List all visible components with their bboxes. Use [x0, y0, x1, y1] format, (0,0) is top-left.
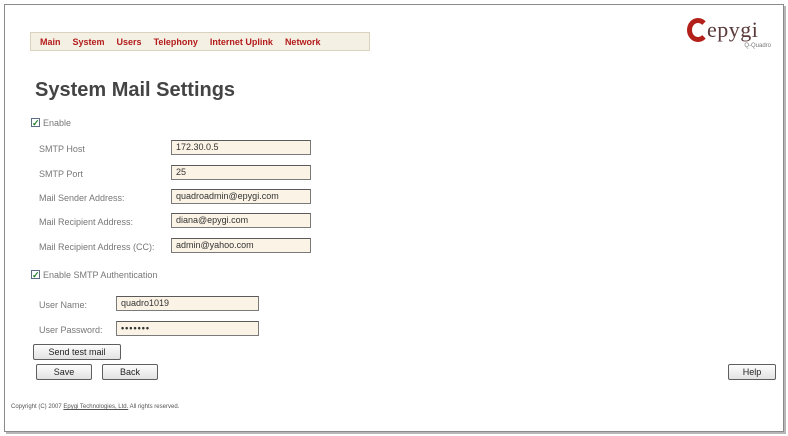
mail-recipient-label: Mail Recipient Address: [39, 217, 134, 227]
mail-recipient-cc-label: Mail Recipient Address (CC): [39, 242, 155, 252]
save-button[interactable]: Save [36, 364, 92, 380]
smtp-port-input[interactable]: 25 [171, 165, 311, 180]
user-name-input[interactable]: quadro1019 [116, 296, 259, 311]
epygi-logo: epygi Q-Quadro [687, 17, 771, 53]
logo-subtitle: Q-Quadro [744, 43, 771, 49]
back-button[interactable]: Back [102, 364, 158, 380]
smtp-auth-checkbox[interactable]: ✓ [31, 270, 40, 280]
mail-sender-label: Mail Sender Address: [39, 193, 125, 203]
logo-word: epygi [707, 17, 759, 42]
send-test-mail-button[interactable]: Send test mail [33, 344, 121, 360]
logo-mark-icon [687, 18, 709, 42]
smtp-auth-label: Enable SMTP Authentication [43, 270, 158, 280]
enable-checkbox[interactable]: ✓ [31, 118, 40, 128]
smtp-port-label: SMTP Port [39, 169, 83, 179]
help-button[interactable]: Help [728, 364, 776, 380]
mail-recipient-input[interactable]: diana@epygi.com [171, 213, 311, 228]
nav-users[interactable]: Users [117, 37, 142, 47]
smtp-host-label: SMTP Host [39, 144, 85, 154]
nav-internet-uplink[interactable]: Internet Uplink [210, 37, 273, 47]
nav-main[interactable]: Main [40, 37, 61, 47]
smtp-host-input[interactable]: 172.30.0.5 [171, 140, 311, 155]
nav-system[interactable]: System [73, 37, 105, 47]
mail-recipient-cc-input[interactable]: admin@yahoo.com [171, 238, 311, 253]
nav-telephony[interactable]: Telephony [154, 37, 198, 47]
top-navigation: Main System Users Telephony Internet Upl… [30, 32, 370, 51]
main-window: Main System Users Telephony Internet Upl… [4, 4, 784, 432]
user-password-label: User Password: [39, 325, 103, 335]
nav-network[interactable]: Network [285, 37, 321, 47]
user-password-input[interactable]: ••••••• [116, 321, 259, 336]
mail-sender-input[interactable]: quadroadmin@epygi.com [171, 189, 311, 204]
copyright-footer: Copyright (C) 2007 Epygi Technologies, L… [11, 404, 179, 410]
company-link[interactable]: Epygi Technologies, Ltd. [63, 404, 128, 410]
page-title: System Mail Settings [35, 79, 236, 101]
enable-label: Enable [43, 118, 72, 128]
user-name-label: User Name: [39, 300, 88, 310]
copyright-prefix: Copyright (C) 2007 [11, 404, 64, 410]
copyright-suffix: All rights reserved. [128, 404, 180, 410]
